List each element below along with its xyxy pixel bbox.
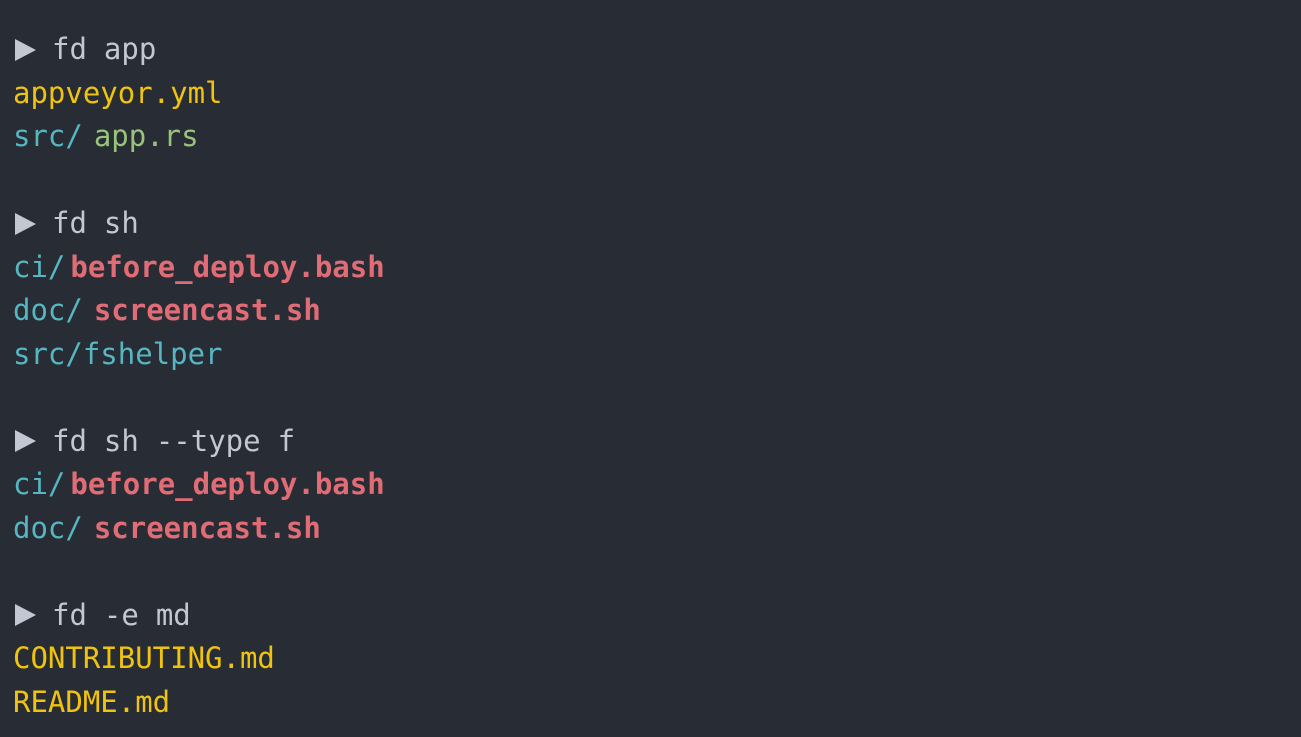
result-line: README.md [13,681,1301,725]
result-line: doc/ screencast.sh [13,289,1301,333]
prompt-line: fd -e md [13,594,1301,638]
prompt-arrow-icon [15,604,36,627]
directory-path: ci/ [13,249,66,284]
command-word: sh [103,423,139,458]
file-name: README.md [13,684,171,719]
command-word: --type [155,423,261,458]
prompt-line: fd app [13,28,1301,72]
directory-path: doc/ [13,293,83,327]
result-line: CONTRIBUTING.md [13,637,1301,681]
command-word: -e [103,597,139,632]
command-word: f [277,423,296,458]
prompt-arrow-icon [15,38,36,61]
prompt-arrow-icon [15,212,36,235]
directory-path: src/ [13,336,83,371]
result-line: ci/ before_deploy.bash [13,463,1301,507]
result-line: appveyor.yml [13,72,1301,116]
prompt-arrow-icon [15,430,36,453]
directory-path: ci/ [13,467,66,501]
command-word: fd [52,206,87,240]
result-line: src/ app.rs [13,115,1301,159]
prompt-line: fd sh [13,202,1301,246]
command-word: app [103,32,157,66]
file-name: screencast.sh [93,293,321,327]
file-name: CONTRIBUTING.md [13,641,275,675]
command-word: sh [103,206,139,240]
file-name: fshelper [82,336,223,371]
command-word: fd [52,597,87,632]
terminal-output[interactable]: fd app appveyor.yml src/ app.rs fd sh ci… [0,0,1301,737]
file-name: screencast.sh [93,510,321,545]
command-word: md [155,597,191,632]
file-name: app.rs [93,119,199,153]
directory-path: doc/ [13,510,83,545]
file-name: appveyor.yml [13,75,223,110]
file-name: before_deploy.bash [70,249,385,284]
directory-path: src/ [13,119,83,153]
prompt-line: fd sh --type f [13,420,1301,464]
command-word: fd [52,32,87,66]
result-line: doc/ screencast.sh [13,507,1301,551]
file-name: before_deploy.bash [70,467,385,501]
command-word: fd [52,423,87,458]
result-line: src/fshelper [13,333,1301,377]
result-line: ci/ before_deploy.bash [13,246,1301,290]
